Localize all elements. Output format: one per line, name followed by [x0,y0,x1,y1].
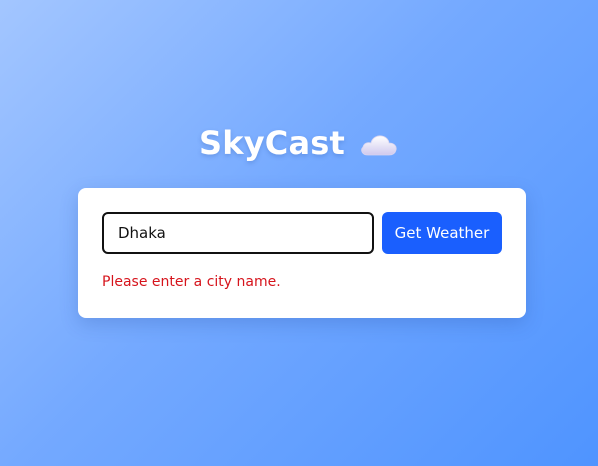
header: SkyCast [0,124,598,162]
app-title: SkyCast [198,124,345,162]
cloud-icon [359,129,399,159]
app-background: { "app": { "title": "SkyCast", "title_ic… [0,0,598,466]
get-weather-button[interactable]: Get Weather [382,212,502,254]
error-message: Please enter a city name. [102,274,281,290]
search-card: Get Weather Please enter a city name. [78,188,526,318]
city-input[interactable] [102,212,374,254]
